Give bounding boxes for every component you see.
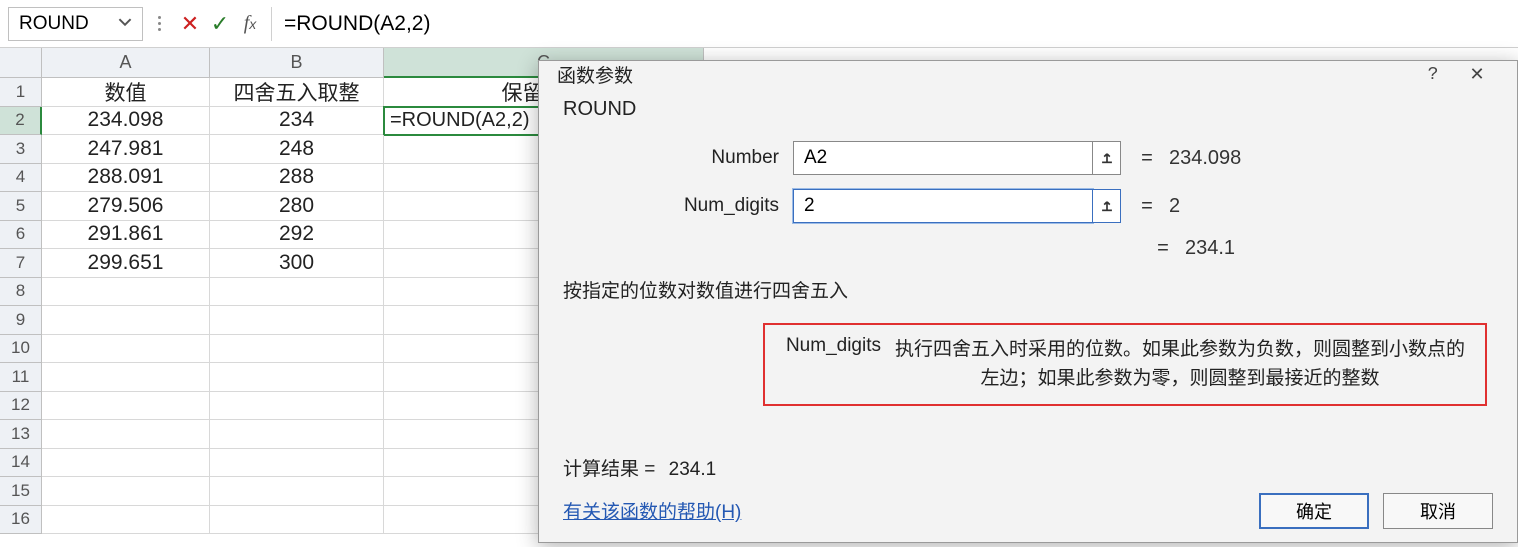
cell-A5[interactable]: 279.506 — [42, 192, 210, 221]
arg-label-numdigits: Num_digits — [563, 195, 793, 217]
row-header[interactable]: 15 — [0, 477, 42, 506]
formula-input[interactable] — [271, 7, 1518, 41]
dialog-close-button[interactable]: ✕ — [1455, 64, 1499, 86]
cell-A8[interactable] — [42, 278, 210, 307]
chevron-down-icon[interactable] — [118, 13, 132, 35]
arg-eval-number: 234.098 — [1169, 147, 1241, 170]
range-picker-number[interactable] — [1093, 141, 1121, 175]
cell-A6[interactable]: 291.861 — [42, 221, 210, 250]
row-header[interactable]: 12 — [0, 392, 42, 421]
hint-param-name: Num_digits — [781, 335, 891, 394]
col-header-b[interactable]: B — [210, 48, 384, 78]
arg-eval-numdigits: 2 — [1169, 195, 1180, 218]
help-link[interactable]: 有关该函数的帮助(H) — [563, 497, 741, 524]
cell-B7[interactable]: 300 — [210, 249, 384, 278]
cell-B14[interactable] — [210, 449, 384, 478]
confirm-formula-button[interactable]: ✓ — [205, 11, 235, 37]
ok-button[interactable]: 确定 — [1259, 493, 1369, 529]
function-description: 按指定的位数对数值进行四舍五入 — [563, 276, 1493, 303]
row-header[interactable]: 10 — [0, 335, 42, 364]
row-header[interactable]: 8 — [0, 278, 42, 307]
function-arguments-dialog: 函数参数 ? ✕ ROUND Number = 234.098 Num_digi… — [538, 60, 1518, 543]
name-box[interactable]: ROUND — [8, 7, 143, 41]
fx-button[interactable]: fx — [235, 12, 265, 35]
cell-B16[interactable] — [210, 506, 384, 535]
equals-sign: = — [1137, 195, 1157, 218]
cell-A4[interactable]: 288.091 — [42, 164, 210, 193]
row-header[interactable]: 6 — [0, 221, 42, 250]
cell-A9[interactable] — [42, 306, 210, 335]
cell-B5[interactable]: 280 — [210, 192, 384, 221]
cell-B11[interactable] — [210, 363, 384, 392]
name-box-value: ROUND — [19, 13, 89, 35]
cell-A16[interactable] — [42, 506, 210, 535]
cell-B12[interactable] — [210, 392, 384, 421]
arg-label-number: Number — [563, 147, 793, 169]
row-header[interactable]: 13 — [0, 420, 42, 449]
dialog-body: ROUND Number = 234.098 Num_digits = 2 — [539, 88, 1517, 493]
row-header[interactable]: 4 — [0, 164, 42, 193]
cancel-button[interactable]: 取消 — [1383, 493, 1493, 529]
formula-bar: ROUND ✕ ✓ fx — [0, 0, 1518, 48]
range-picker-numdigits[interactable] — [1093, 189, 1121, 223]
cell-B6[interactable]: 292 — [210, 221, 384, 250]
cell-A7[interactable]: 299.651 — [42, 249, 210, 278]
cell-A12[interactable] — [42, 392, 210, 421]
cell-B13[interactable] — [210, 420, 384, 449]
arg-row-numdigits: Num_digits = 2 — [563, 189, 1493, 223]
param-hint-box: Num_digits 执行四舍五入时采用的位数。如果此参数为负数，则圆整到小数点… — [763, 323, 1487, 406]
arg-input-numdigits[interactable] — [793, 189, 1093, 223]
row-header[interactable]: 3 — [0, 135, 42, 164]
cell-A3[interactable]: 247.981 — [42, 135, 210, 164]
result-label: 计算结果 = — [563, 459, 655, 480]
resize-grip-icon — [153, 16, 165, 31]
cell-B2[interactable]: 234 — [210, 107, 384, 136]
cell-B3[interactable]: 248 — [210, 135, 384, 164]
cell-A13[interactable] — [42, 420, 210, 449]
row-header[interactable]: 9 — [0, 306, 42, 335]
dialog-title: 函数参数 — [557, 61, 633, 88]
cell-B10[interactable] — [210, 335, 384, 364]
arg-row-number: Number = 234.098 — [563, 141, 1493, 175]
cell-A10[interactable] — [42, 335, 210, 364]
col-header-a[interactable]: A — [42, 48, 210, 78]
dialog-help-button[interactable]: ? — [1411, 65, 1455, 85]
row-header[interactable]: 7 — [0, 249, 42, 278]
dialog-titlebar[interactable]: 函数参数 ? ✕ — [539, 61, 1517, 88]
dialog-footer: 有关该函数的帮助(H) 确定 取消 — [539, 493, 1517, 547]
cell-A2[interactable]: 234.098 — [42, 107, 210, 136]
cell-B1[interactable]: 四舍五入取整 — [210, 78, 384, 107]
cell-A15[interactable] — [42, 477, 210, 506]
row-header[interactable]: 11 — [0, 363, 42, 392]
arg-input-number[interactable] — [793, 141, 1093, 175]
row-header[interactable]: 2 — [0, 107, 42, 136]
cell-A14[interactable] — [42, 449, 210, 478]
result-value: 234.1 — [669, 459, 717, 480]
cell-A11[interactable] — [42, 363, 210, 392]
cell-B9[interactable] — [210, 306, 384, 335]
equals-sign: = — [1153, 237, 1173, 260]
cancel-formula-button[interactable]: ✕ — [175, 11, 205, 37]
equals-sign: = — [1137, 147, 1157, 170]
result-row: 计算结果 = 234.1 — [563, 454, 1493, 481]
function-name: ROUND — [563, 98, 1493, 121]
cell-B8[interactable] — [210, 278, 384, 307]
select-all-corner[interactable] — [0, 48, 42, 78]
row-header[interactable]: 5 — [0, 192, 42, 221]
cell-A1[interactable]: 数值 — [42, 78, 210, 107]
hint-text: 执行四舍五入时采用的位数。如果此参数为负数，则圆整到小数点的左边；如果此参数为零… — [891, 335, 1469, 394]
cell-B4[interactable]: 288 — [210, 164, 384, 193]
row-header[interactable]: 1 — [0, 78, 42, 107]
formula-preview-value: 234.1 — [1185, 237, 1235, 260]
row-header[interactable]: 16 — [0, 506, 42, 535]
row-header[interactable]: 14 — [0, 449, 42, 478]
cell-B15[interactable] — [210, 477, 384, 506]
